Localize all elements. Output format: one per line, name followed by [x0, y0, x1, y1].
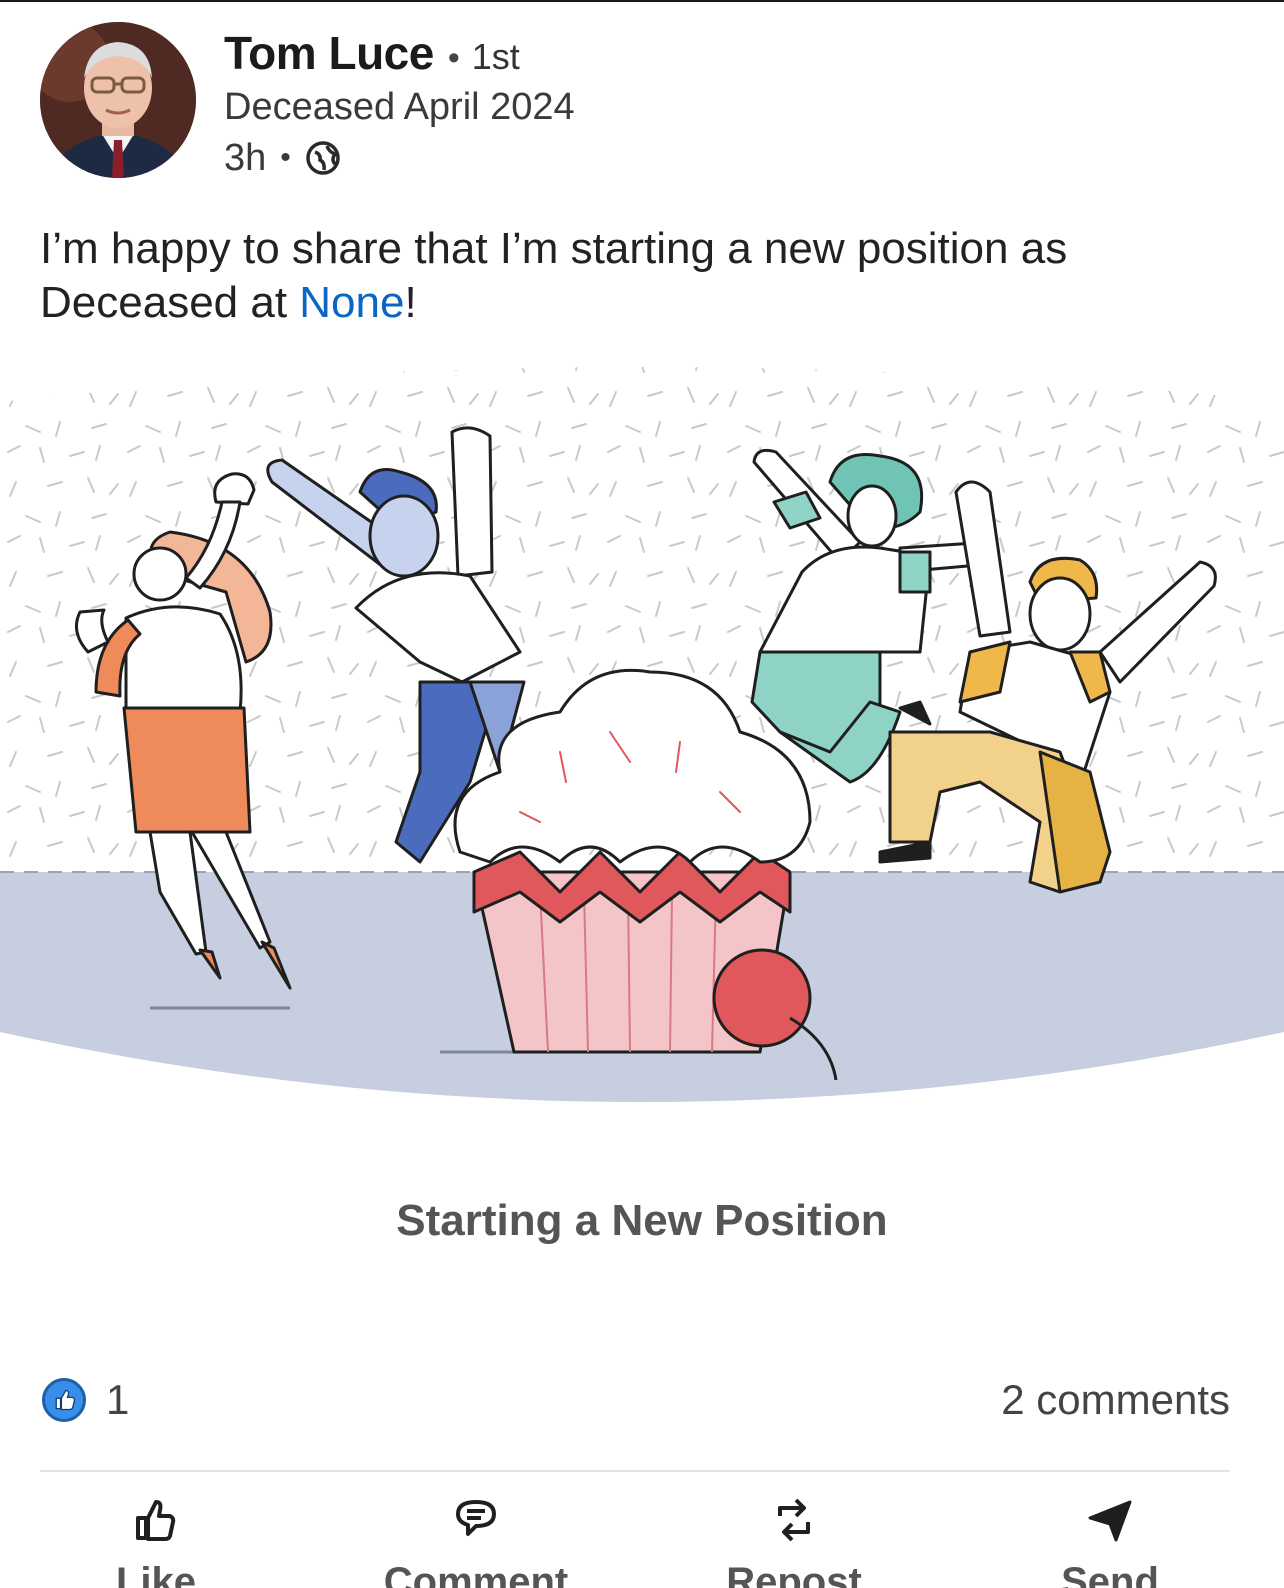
- repost-icon: [770, 1494, 818, 1546]
- reaction-count[interactable]: 1: [106, 1376, 129, 1424]
- divider: [40, 1470, 1230, 1472]
- company-link[interactable]: None: [299, 278, 404, 327]
- card-title[interactable]: Starting a New Position: [0, 1196, 1284, 1246]
- post-text-end: !: [404, 278, 417, 327]
- post-header: Tom Luce • 1st Deceased April 2024 3h •: [40, 22, 1240, 182]
- comments-count[interactable]: 2 comments: [1001, 1376, 1230, 1424]
- top-border: [0, 0, 1284, 2]
- like-reaction-icon[interactable]: [42, 1378, 86, 1422]
- separator-dot: •: [280, 141, 291, 174]
- like-button[interactable]: Like: [36, 1488, 276, 1588]
- action-bar: Like Comment Repost Send: [0, 1488, 1284, 1588]
- separator-dot: •: [447, 39, 460, 77]
- comment-label: Comment: [383, 1560, 569, 1588]
- comment-icon: [452, 1494, 500, 1546]
- globe-icon: [305, 140, 341, 176]
- send-label: Send: [1061, 1560, 1159, 1588]
- post-time: 3h: [224, 136, 267, 179]
- like-label: Like: [115, 1560, 197, 1588]
- author-name[interactable]: Tom Luce: [224, 26, 434, 80]
- send-icon: [1086, 1494, 1134, 1546]
- send-button[interactable]: Send: [990, 1488, 1230, 1588]
- post-text: I’m happy to share that I’m starting a n…: [40, 222, 1250, 330]
- celebration-illustration[interactable]: [0, 352, 1284, 1122]
- post-text-body: I’m happy to share that I’m starting a n…: [40, 224, 1068, 327]
- connection-degree: 1st: [471, 36, 520, 77]
- comment-button[interactable]: Comment: [356, 1488, 596, 1588]
- repost-label: Repost: [726, 1560, 862, 1588]
- author-avatar[interactable]: [40, 22, 196, 178]
- author-info: Tom Luce • 1st Deceased April 2024 3h •: [224, 26, 575, 182]
- thumbs-up-icon: [132, 1494, 180, 1546]
- repost-button[interactable]: Repost: [674, 1488, 914, 1588]
- post-meta: 3h •: [224, 134, 575, 182]
- social-counts: 1 2 comments: [40, 1370, 1230, 1430]
- author-headline: Deceased April 2024: [224, 86, 575, 128]
